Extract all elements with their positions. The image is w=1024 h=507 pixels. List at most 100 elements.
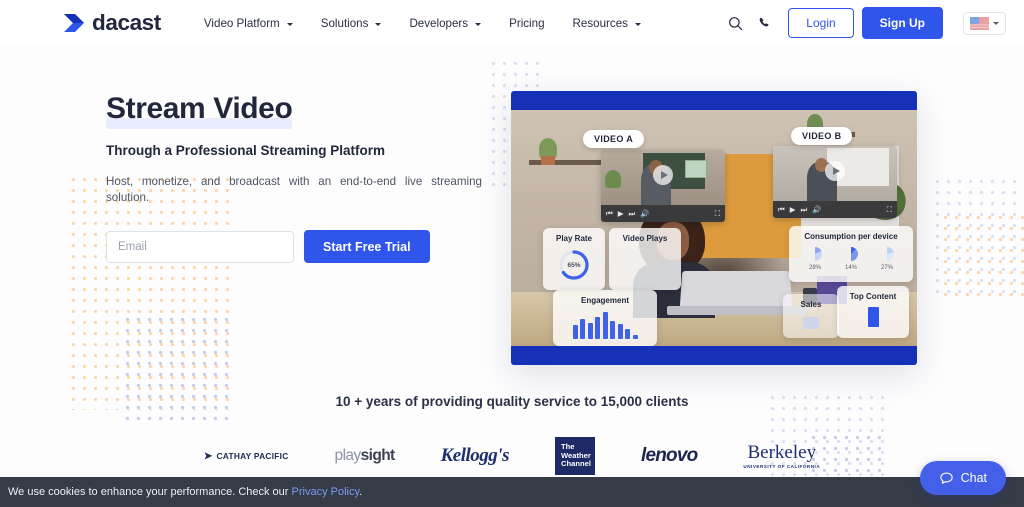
cookie-message-text: We use cookies to enhance your performan…: [8, 486, 292, 498]
widget-video-plays: Video Plays: [609, 228, 681, 290]
bar: [602, 312, 608, 339]
bar: [632, 335, 638, 339]
video-b-label: VIDEO B: [791, 127, 853, 145]
widget-top-content-title: Top Content: [849, 292, 897, 301]
chat-label: Chat: [960, 471, 987, 485]
signup-button[interactable]: Sign Up: [861, 7, 943, 39]
play-icon: [660, 171, 668, 179]
image-top-bar: [511, 91, 917, 110]
nav-label-solutions: Solutions: [320, 16, 369, 30]
berkeley-logo: Berkeley UNIVERSITY OF CALIFORNIA: [743, 443, 820, 469]
widget-video-plays-title: Video Plays: [622, 234, 668, 243]
bar: [625, 329, 630, 339]
language-selector[interactable]: [963, 11, 1006, 35]
privacy-policy-link[interactable]: Privacy Policy: [292, 486, 360, 498]
fullscreen-icon[interactable]: ⛶: [715, 210, 720, 218]
nav-item-resources[interactable]: Resources: [559, 17, 655, 30]
widget-play-rate: Play Rate 65%: [543, 228, 605, 290]
hero-description: Host, monetize, and broadcast with an en…: [106, 174, 482, 204]
play-icon[interactable]: ▶: [618, 210, 624, 218]
nav-label-resources: Resources: [572, 16, 628, 30]
video-a-player-card[interactable]: ⏮ ▶ ⏭ 🔊 ⛶: [601, 150, 725, 222]
lenovo-logo: lenovo: [640, 445, 698, 466]
consumption-pie-group: 28% 14% 27%: [789, 246, 913, 271]
berkeley-subtitle: UNIVERSITY OF CALIFORNIA: [743, 464, 821, 469]
client-logo-berkeley: Berkeley UNIVERSITY OF CALIFORNIA: [743, 436, 820, 476]
play-rate-donut-chart: 65%: [557, 248, 591, 282]
phone-button[interactable]: [750, 8, 780, 38]
engagement-bar-chart: [553, 309, 657, 339]
berkeley-wordmark: Berkeley: [747, 442, 817, 463]
chat-button[interactable]: Chat: [919, 461, 1006, 495]
image-bottom-bar: [511, 346, 917, 365]
page-root: dacast Video Platform Solutions Develope…: [0, 0, 1024, 507]
widget-engagement-title: Engagement: [580, 296, 629, 305]
logo[interactable]: dacast: [63, 10, 161, 36]
video-a-thumbnail: [601, 150, 725, 205]
bar: [617, 324, 623, 339]
kelloggs-logo: Kellogg's: [440, 445, 510, 466]
dacast-arrow-logo-icon: [64, 14, 84, 32]
next-icon[interactable]: ⏭: [801, 206, 808, 214]
main-nav: Video Platform Solutions Developers Pric…: [190, 17, 655, 30]
phone-icon: [759, 17, 769, 27]
widget-consumption-title: Consumption per device: [804, 232, 898, 241]
bar: [610, 321, 615, 339]
next-icon[interactable]: ⏭: [629, 210, 636, 218]
video-b-controls[interactable]: ⏮ ▶ ⏭ 🔊 ⛶: [773, 201, 897, 218]
fullscreen-icon[interactable]: ⛶: [887, 206, 892, 214]
cookie-message-suffix: .: [359, 486, 363, 498]
login-button[interactable]: Login: [788, 8, 854, 38]
play-icon[interactable]: ▶: [790, 206, 796, 214]
video-a-controls[interactable]: ⏮ ▶ ⏭ 🔊 ⛶: [601, 205, 725, 222]
volume-icon[interactable]: 🔊: [812, 206, 821, 214]
hero-text-block: Stream Video Through a Professional Stre…: [106, 92, 496, 264]
widget-sales-title: Sales: [800, 300, 822, 309]
nav-item-developers[interactable]: Developers: [395, 17, 495, 30]
nav-label-video-platform: Video Platform: [203, 16, 280, 30]
chevron-down-icon: [993, 21, 999, 25]
cathay-pacific-text: CATHAY PACIFIC: [216, 451, 289, 461]
cathay-pacific-logo: ➤ CATHAY PACIFIC: [204, 451, 289, 462]
playsight-logo: playsight: [335, 447, 396, 465]
site-header: dacast Video Platform Solutions Develope…: [0, 0, 1024, 46]
search-button[interactable]: [720, 8, 750, 38]
bar: [580, 319, 585, 339]
client-logo-playsight: playsight: [335, 436, 396, 476]
nav-item-solutions[interactable]: Solutions: [307, 17, 396, 30]
page-title-text: Stream Video: [106, 92, 293, 125]
widget-play-rate-title: Play Rate: [555, 234, 593, 243]
prev-icon[interactable]: ⏮: [606, 210, 613, 218]
video-b-player-card[interactable]: ⏮ ▶ ⏭ 🔊 ⛶: [773, 146, 897, 218]
nav-item-video-platform[interactable]: Video Platform: [190, 17, 307, 30]
consumption-value-1: 28%: [808, 265, 821, 271]
nav-label-pricing: Pricing: [509, 16, 545, 30]
photo-laptop-screen: [679, 271, 793, 310]
hero-subtitle: Through a Professional Streaming Platfor…: [106, 142, 386, 158]
chevron-down-icon: [375, 22, 382, 26]
bar: [587, 323, 593, 339]
pie-chart-icon: [887, 247, 894, 261]
email-input[interactable]: [106, 230, 294, 263]
header-actions: Login Sign Up: [720, 7, 1006, 39]
hero-product-image: VIDEO A ⏮ ▶ ⏭ 🔊 ⛶ VIDEO B ⏮ ▶ ⏭ 🔊 ⛶ Play…: [511, 91, 917, 365]
logo-text: dacast: [92, 10, 161, 35]
thumb-plant: [605, 170, 621, 188]
start-free-trial-button[interactable]: Start Free Trial: [304, 230, 430, 264]
decorative-dot-grid-right-orange: [940, 212, 1024, 302]
play-rate-value: 65%: [567, 261, 581, 269]
decorative-dot-grid-blue: [122, 314, 234, 426]
chevron-down-icon: [475, 22, 482, 26]
bar: [572, 325, 578, 339]
volume-icon[interactable]: 🔊: [640, 210, 649, 218]
prev-icon[interactable]: ⏮: [778, 206, 785, 214]
play-icon: [832, 167, 840, 175]
clients-headline: 10 + years of providing quality service …: [335, 394, 689, 409]
bar: [595, 317, 600, 339]
play-button[interactable]: [653, 165, 673, 185]
client-logo-cathay-pacific: ➤ CATHAY PACIFIC: [204, 436, 289, 476]
nav-item-pricing[interactable]: Pricing: [495, 17, 558, 30]
nav-label-developers: Developers: [409, 16, 469, 30]
video-a-label: VIDEO A: [583, 130, 645, 148]
play-button[interactable]: [825, 161, 845, 181]
